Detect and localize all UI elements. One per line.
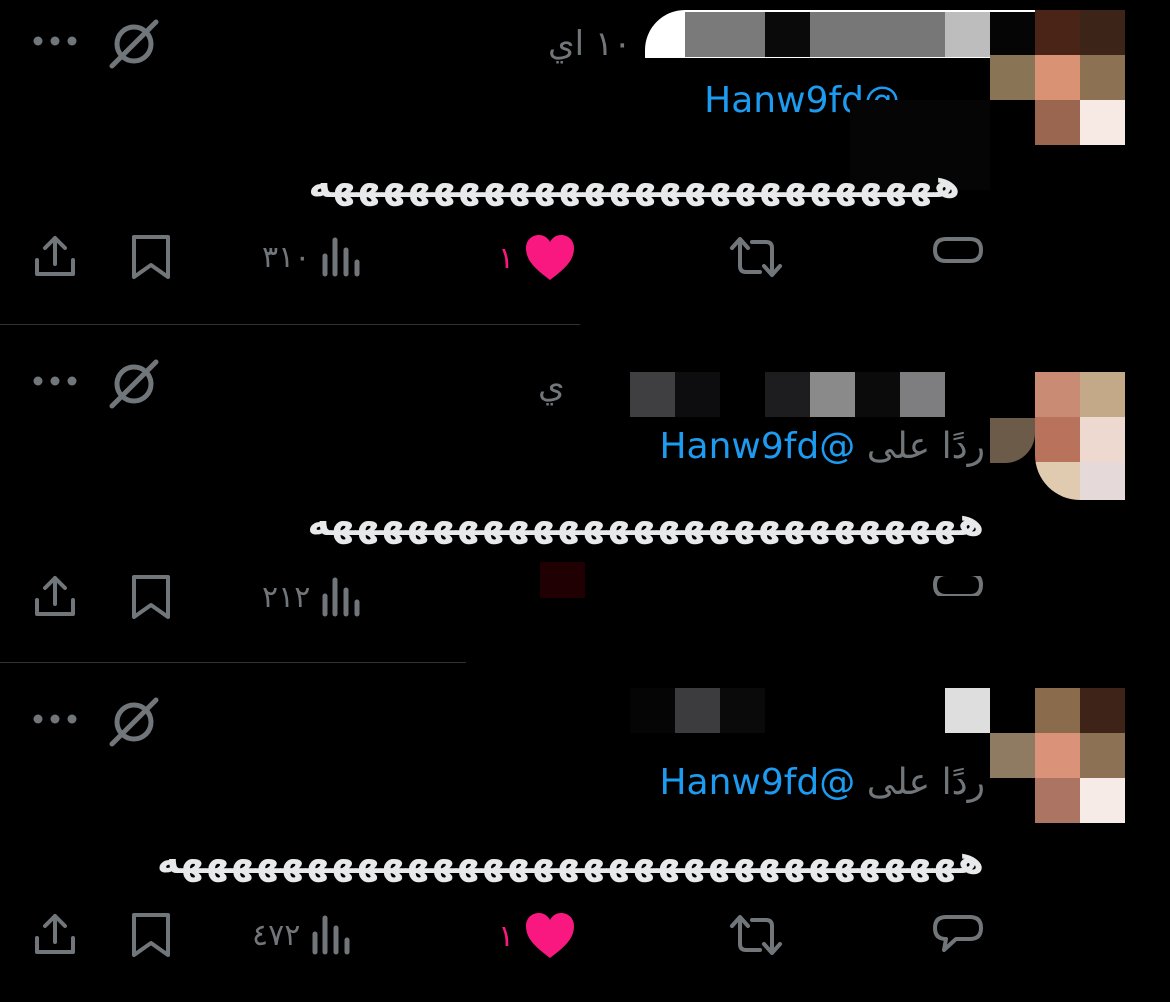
views-count: ٤٧٢ xyxy=(252,917,301,953)
views-button[interactable]: ٣١٠ xyxy=(262,234,362,280)
reply-prefix: ردًا على xyxy=(866,426,985,467)
reply-button[interactable] xyxy=(932,576,984,596)
views-count: ٣١٠ xyxy=(262,239,311,275)
views-icon xyxy=(322,237,360,277)
like-button[interactable]: ١ xyxy=(498,912,576,960)
bookmark-button[interactable] xyxy=(128,912,174,958)
avatar[interactable] xyxy=(990,688,1125,823)
views-button[interactable]: ٤٧٢ xyxy=(252,912,352,958)
share-icon xyxy=(35,914,75,954)
retweet-icon xyxy=(730,915,782,955)
tweet-body: هههههههههههههههههههههههههه xyxy=(308,162,966,206)
tweet-2[interactable]: ي ردًا على @Hanw9fd هههههههههههههههههههه… xyxy=(0,340,1170,678)
retweet-icon xyxy=(730,237,782,277)
bookmark-icon xyxy=(132,235,170,279)
mention-link[interactable]: @Hanw9fd xyxy=(659,426,855,467)
like-count: ١ xyxy=(498,918,515,954)
reply-icon xyxy=(932,576,984,596)
redacted-reply xyxy=(990,418,1035,463)
tweet-body: ههههههههههههههههههههههههههه xyxy=(307,500,990,544)
avatar[interactable] xyxy=(1035,372,1125,500)
reply-button[interactable] xyxy=(932,914,984,958)
retweet-button[interactable] xyxy=(728,912,784,958)
grok-icon[interactable] xyxy=(106,356,162,412)
reply-icon xyxy=(933,915,983,952)
views-icon xyxy=(322,577,360,617)
views-icon xyxy=(312,915,350,955)
share-button[interactable] xyxy=(32,574,78,620)
mention-link[interactable]: @Hanw9fd xyxy=(659,762,855,803)
tweet-1[interactable]: ١٠ اي @Hanw9fd ههههههههههههههههههههههههه… xyxy=(0,0,1170,338)
redacted-header xyxy=(630,688,990,733)
heart-icon xyxy=(526,235,575,280)
tweet-time: ١٠ اي xyxy=(548,24,632,64)
views-count: ٢١٢ xyxy=(262,579,311,615)
redacted-actions xyxy=(540,562,585,598)
grok-icon[interactable] xyxy=(106,694,162,750)
share-button[interactable] xyxy=(32,912,78,958)
reply-icon xyxy=(932,237,984,263)
like-button[interactable]: ١ xyxy=(498,234,576,282)
reply-prefix: ردًا على xyxy=(866,762,985,803)
share-icon xyxy=(35,576,75,616)
bookmark-icon xyxy=(132,913,170,957)
redacted-header xyxy=(630,372,990,417)
grok-icon[interactable] xyxy=(106,16,162,72)
divider xyxy=(0,324,580,325)
reply-to-line: ردًا على @Hanw9fd xyxy=(659,762,985,803)
reply-button[interactable] xyxy=(932,236,984,266)
bookmark-button[interactable] xyxy=(128,234,174,280)
share-icon xyxy=(35,236,75,276)
more-icon[interactable] xyxy=(32,368,78,394)
share-button[interactable] xyxy=(32,234,78,280)
tweet-3[interactable]: ردًا على @Hanw9fd هههههههههههههههههههههه… xyxy=(0,680,1170,1002)
tweet-body: ههههههههههههههههههههههههههههههههه xyxy=(156,838,990,882)
more-icon[interactable] xyxy=(32,28,78,54)
like-count: ١ xyxy=(498,240,515,276)
heart-icon xyxy=(526,913,575,958)
tweet-time: ي xyxy=(538,366,565,406)
reply-to-line: ردًا على @Hanw9fd xyxy=(659,426,985,467)
bookmark-icon xyxy=(132,575,170,619)
divider xyxy=(0,662,466,663)
bookmark-button[interactable] xyxy=(128,574,174,620)
retweet-button[interactable] xyxy=(728,234,784,280)
views-button[interactable]: ٢١٢ xyxy=(262,574,362,620)
avatar[interactable] xyxy=(990,10,1125,146)
more-icon[interactable] xyxy=(32,706,78,732)
